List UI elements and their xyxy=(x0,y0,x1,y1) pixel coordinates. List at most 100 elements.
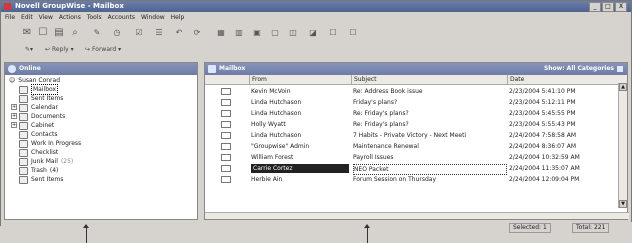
refresh-icon[interactable]: ⟳ xyxy=(191,27,203,39)
horizontal-scrollbar[interactable] xyxy=(205,212,629,219)
table-row[interactable]: William Forest Payroll Issues 2/24/2004 … xyxy=(205,153,619,162)
menu-tools[interactable]: Tools xyxy=(87,14,102,21)
new-mail-icon[interactable]: ✉ xyxy=(21,27,33,39)
folder-checklist[interactable]: Checklist xyxy=(19,148,58,157)
mailbox-view-icon[interactable]: ▦ xyxy=(215,27,227,39)
folder-junk-mail[interactable]: Junk Mail (25) xyxy=(19,157,73,166)
column-date[interactable]: Date xyxy=(507,75,619,84)
menu-accounts[interactable]: Accounts xyxy=(108,14,135,21)
sent-view-icon[interactable]: ▥ xyxy=(233,27,245,39)
archive-icon[interactable]: ▢ xyxy=(269,27,281,39)
close-button[interactable]: X xyxy=(615,2,627,12)
online-icon xyxy=(8,65,16,73)
menu-window[interactable]: Window xyxy=(141,14,165,21)
row-from: Holly Wyatt xyxy=(251,121,286,128)
table-row[interactable]: "Groupwise" Admin Maintenance Renewal 2/… xyxy=(205,142,619,151)
trash-icon xyxy=(19,166,28,175)
table-row[interactable]: Linda Hutchason 7 Habits - Private Victo… xyxy=(205,131,619,140)
title-bar: Novell GroupWise - Mailbox _ □ X xyxy=(1,1,631,12)
folder-label: Work In Progress xyxy=(31,140,82,147)
proxy-icon[interactable]: ◪ xyxy=(307,27,319,39)
new-appointment-icon[interactable]: ◷ xyxy=(111,27,123,39)
column-headers: From Subject Date xyxy=(205,75,627,85)
folder-calendar[interactable]: Calendar xyxy=(19,103,58,112)
checklist-view-icon[interactable]: ☐ xyxy=(347,27,359,39)
folder-contacts[interactable]: Contacts xyxy=(19,130,57,139)
new-note-icon[interactable]: ☰ xyxy=(153,27,165,39)
status-total: Total: 221 xyxy=(572,223,610,233)
row-subject: NEO Packet xyxy=(353,164,507,175)
row-date: 2/23/2004 5:41:10 PM xyxy=(509,88,576,95)
folder-work-in-progress[interactable]: Work In Progress xyxy=(19,139,81,148)
menu-help[interactable]: Help xyxy=(171,14,185,21)
contacts-view-icon[interactable]: ☐ xyxy=(327,27,339,39)
folder-view-icon[interactable]: ◫ xyxy=(287,27,299,39)
category-filter[interactable]: Show: All Categories xyxy=(544,63,623,75)
row-subject: Payroll Issues xyxy=(353,154,394,161)
status-selected: Selected: 1 xyxy=(509,223,551,233)
row-from: William Forest xyxy=(251,154,294,161)
folder-mailbox[interactable]: Mailbox xyxy=(19,84,59,95)
scroll-down-arrow-icon[interactable]: ▼ xyxy=(619,200,627,208)
menu-view[interactable]: View xyxy=(39,14,53,21)
folder-label: Checklist xyxy=(31,149,59,156)
menu-actions[interactable]: Actions xyxy=(59,14,81,21)
folder-cabinet[interactable]: Cabinet xyxy=(19,121,54,130)
new-task-icon[interactable]: ☑ xyxy=(133,27,145,39)
mail-icon xyxy=(221,175,235,186)
column-subject[interactable]: Subject xyxy=(351,75,509,84)
folder-documents[interactable]: Documents xyxy=(19,112,65,121)
print-icon[interactable]: ▤ xyxy=(53,27,65,39)
row-date: 2/24/2004 12:09:04 PM xyxy=(509,176,580,183)
table-row[interactable]: Kevin McVoin Re: Address Book issue 2/23… xyxy=(205,87,619,96)
expand-calendar-button[interactable]: + xyxy=(11,104,17,110)
maximize-button[interactable]: □ xyxy=(602,2,614,12)
folder-sent[interactable]: Sent Items xyxy=(19,175,63,184)
mail-icon xyxy=(221,98,235,109)
expand-cabinet-button[interactable]: + xyxy=(11,122,17,128)
forward-button[interactable]: ↪ Forward ▾ xyxy=(85,46,121,53)
folder-trash[interactable]: Trash (4) xyxy=(19,166,58,175)
checklist-icon xyxy=(19,148,28,157)
new-item-icon[interactable]: ✎▾ xyxy=(25,46,33,53)
pointer-arrow-icon xyxy=(364,224,370,243)
pointer-arrow-icon xyxy=(83,224,89,243)
menu-bar: File Edit View Actions Tools Accounts Wi… xyxy=(1,12,632,22)
row-subject: 7 Habits - Private Victory - Next Meeti xyxy=(353,132,467,139)
menu-edit[interactable]: Edit xyxy=(21,14,33,21)
folder-label: Cabinet xyxy=(31,122,55,129)
row-date: 2/24/2004 7:58:58 AM xyxy=(509,132,576,139)
folder-sent-items[interactable]: Sent Items xyxy=(19,94,63,103)
mailbox-header-icon xyxy=(208,65,216,73)
expand-documents-button[interactable]: + xyxy=(11,113,17,119)
forward-label: Forward xyxy=(92,46,117,53)
table-row[interactable]: Linda Hutchason Friday's plans? 2/23/200… xyxy=(205,98,619,107)
message-list-header: Mailbox Show: All Categories xyxy=(205,63,627,75)
reply-button[interactable]: ↩ Reply ▾ xyxy=(45,46,74,53)
table-row[interactable]: Linda Hutchason Re: Friday's plans? 2/23… xyxy=(205,109,619,118)
table-row[interactable]: Holly Wyatt Re: Friday's plans? 2/23/200… xyxy=(205,120,619,129)
folder-list-title: Online xyxy=(19,65,41,72)
row-from: Herbie Ain xyxy=(251,176,283,183)
scroll-up-arrow-icon[interactable]: ▲ xyxy=(619,83,627,91)
folder-label: Calendar xyxy=(31,104,58,111)
minimize-button[interactable]: _ xyxy=(589,2,601,12)
mail-icon xyxy=(221,120,235,131)
table-row[interactable]: Herbie Ain Forum Session on Thursday 2/2… xyxy=(205,175,619,184)
calendar-view-icon[interactable]: ▣ xyxy=(251,27,263,39)
new-message-icon[interactable]: ✎ xyxy=(91,27,103,39)
row-from: Kevin McVoin xyxy=(251,88,291,95)
row-from: Linda Hutchason xyxy=(251,110,302,117)
folder-list-panel: Online ☺ Susan Conrad Mailbox Sent Items… xyxy=(4,62,198,220)
mail-icon xyxy=(221,131,235,142)
menu-file[interactable]: File xyxy=(5,14,15,21)
column-from[interactable]: From xyxy=(249,75,353,84)
mail-icon xyxy=(221,87,235,98)
row-date: 2/23/2004 5:45:55 PM xyxy=(509,110,576,117)
undo-icon[interactable]: ↶ xyxy=(173,27,185,39)
row-from: Linda Hutchason xyxy=(251,132,302,139)
find-icon[interactable]: ⌕ xyxy=(69,27,81,39)
table-row-selected[interactable]: Carrie Cortez NEO Packet 2/24/2004 11:35… xyxy=(205,164,619,175)
address-book-icon[interactable]: ☐ xyxy=(37,27,49,39)
vertical-scrollbar[interactable]: ▲ ▼ xyxy=(618,83,627,208)
